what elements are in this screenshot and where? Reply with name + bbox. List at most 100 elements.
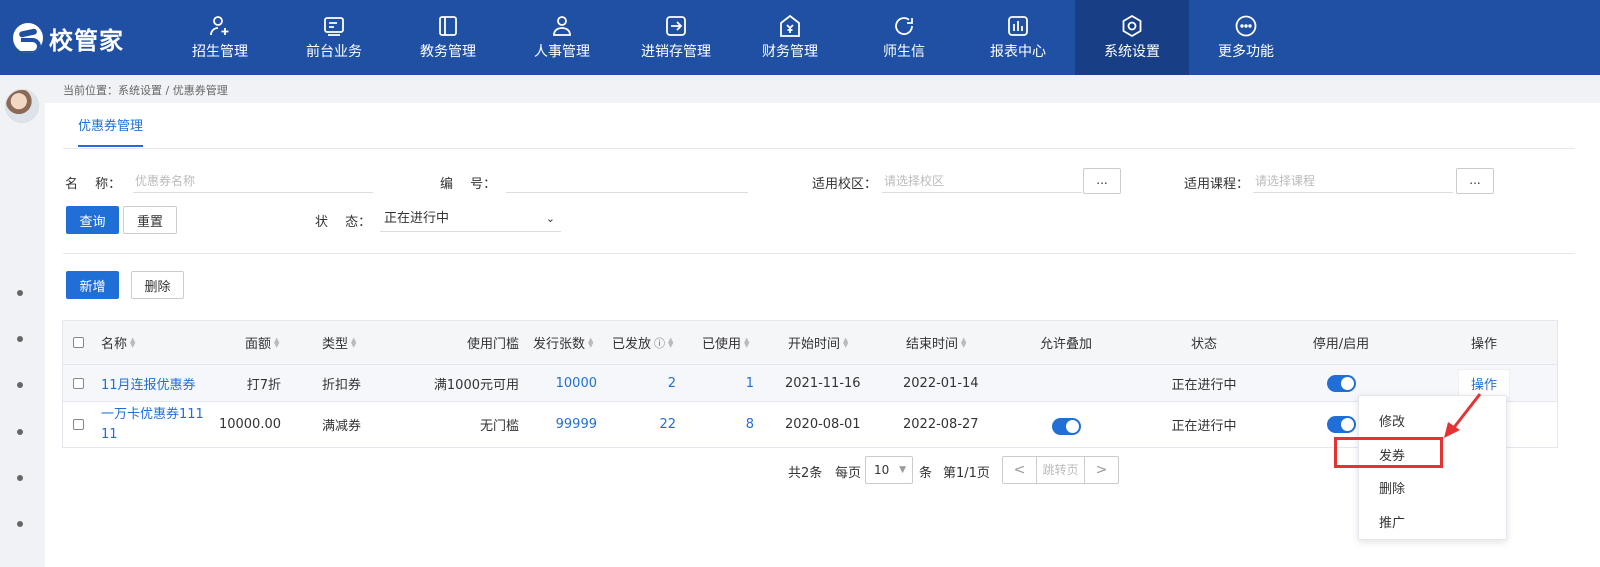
- app-logo[interactable]: 校管家: [13, 21, 124, 55]
- nav-label: 系统设置: [1104, 44, 1160, 60]
- rail-dot-icon[interactable]: [17, 290, 23, 296]
- nav-item-more[interactable]: 更多功能: [1189, 0, 1303, 75]
- code-input[interactable]: [506, 169, 748, 193]
- nav-item-settings[interactable]: 系统设置: [1075, 0, 1189, 75]
- sort-icon: ▲ ▼: [961, 335, 967, 349]
- nav-item-hr[interactable]: 人事管理: [505, 0, 619, 75]
- chevron-down-icon: ⌄: [545, 212, 555, 225]
- select-all-checkbox[interactable]: [73, 337, 84, 348]
- stack-toggle[interactable]: [1051, 418, 1081, 435]
- nav-label: 前台业务: [306, 44, 362, 60]
- table-row[interactable]: 11月连报优惠券 打7折 折扣券 满1000元可用 10000 2 1 2021…: [63, 365, 1557, 402]
- coupon-name-link[interactable]: 11月连报优惠券: [101, 365, 221, 401]
- row-checkbox[interactable]: [73, 377, 84, 389]
- rail-dot-icon[interactable]: [17, 429, 23, 435]
- add-button[interactable]: 新增: [66, 271, 119, 299]
- campus-picker-button[interactable]: ...: [1083, 168, 1121, 194]
- course-input[interactable]: [1253, 169, 1453, 193]
- reset-button[interactable]: 重置: [123, 206, 177, 234]
- row-checkbox[interactable]: [73, 419, 84, 430]
- status-label: 状 态：: [315, 215, 372, 230]
- coupon-issued-link[interactable]: 99999: [533, 402, 597, 447]
- table-row[interactable]: 一万卡优惠券11111 10000.00 满减券 无门槛 99999 22 8 …: [63, 402, 1557, 448]
- pagination-controls: < 跳转页 >: [1002, 456, 1119, 484]
- status-select[interactable]: 正在进行中 ⌄: [380, 206, 561, 232]
- menu-item-edit[interactable]: 修改: [1379, 411, 1405, 430]
- coupon-status: 正在进行中: [1171, 419, 1237, 434]
- nav-item-enrollment[interactable]: 招生管理: [163, 0, 277, 75]
- jump-page-input[interactable]: 跳转页: [1036, 457, 1085, 483]
- col-type[interactable]: 类型 ▲ ▼: [322, 321, 382, 364]
- query-button[interactable]: 查询: [66, 206, 119, 234]
- coupon-distributed-link[interactable]: 22: [612, 402, 676, 447]
- top-nav-bar: 校管家 招生管理 前台业务 教务管理 人事管理 进销存管理 财务管理 师生信 报…: [0, 0, 1600, 75]
- name-input[interactable]: [133, 169, 373, 193]
- nav-item-reports[interactable]: 报表中心: [961, 0, 1075, 75]
- sort-icon: ▲ ▼: [351, 335, 357, 349]
- nav-label: 报表中心: [990, 44, 1046, 60]
- avatar[interactable]: [5, 89, 39, 123]
- col-stack-label: 允许叠加: [1039, 337, 1092, 352]
- enable-toggle[interactable]: [1326, 374, 1356, 392]
- pagination-total: 共2条: [788, 466, 823, 481]
- rail-dot-icon[interactable]: [17, 336, 23, 342]
- page-size-select[interactable]: 10 ▼: [865, 456, 913, 484]
- delete-button[interactable]: 删除: [131, 271, 184, 299]
- logo-text: 校管家: [49, 26, 124, 55]
- coupon-used-link[interactable]: 1: [692, 365, 754, 401]
- col-used[interactable]: 已使用 ▲ ▼: [702, 321, 762, 364]
- rail-dot-icon[interactable]: [17, 521, 23, 527]
- col-start-label: 开始时间: [788, 337, 841, 352]
- tab-bar: 优惠券管理: [63, 103, 1575, 149]
- col-distributed[interactable]: 已发放 ⓘ ▲ ▼: [612, 321, 687, 364]
- col-threshold: 使用门槛: [419, 321, 519, 364]
- menu-item-promote[interactable]: 推广: [1379, 512, 1405, 531]
- course-picker-button[interactable]: ...: [1456, 168, 1494, 194]
- coupon-threshold: 满1000元可用: [433, 377, 519, 393]
- coupon-issued-link[interactable]: 10000: [533, 365, 597, 401]
- nav-label: 师生信: [883, 44, 925, 60]
- row-checkbox-cell: [73, 402, 87, 447]
- tab-coupon-management[interactable]: 优惠券管理: [78, 115, 144, 147]
- caret-down-icon: ▼: [899, 465, 906, 475]
- coupon-end: 2022-08-27: [903, 417, 979, 432]
- nav-label: 招生管理: [192, 44, 248, 60]
- sort-icon: ▲ ▼: [843, 335, 849, 349]
- nav-label: 财务管理: [762, 44, 818, 60]
- sort-icon: ▲ ▼: [744, 335, 750, 349]
- help-icon[interactable]: ⓘ: [654, 335, 665, 351]
- nav-item-finance[interactable]: 财务管理: [733, 0, 847, 75]
- gear-hex-icon: [1120, 14, 1144, 38]
- coupon-used-link[interactable]: 8: [692, 402, 754, 447]
- enable-toggle[interactable]: [1326, 416, 1356, 433]
- sort-icon: ▲ ▼: [274, 335, 280, 349]
- col-end[interactable]: 结束时间 ▲ ▼: [906, 321, 986, 364]
- nav-label: 更多功能: [1218, 44, 1274, 60]
- col-name[interactable]: 名称 ▲ ▼: [101, 321, 221, 364]
- col-issued-label: 发行张数: [533, 337, 586, 352]
- rail-dot-icon[interactable]: [17, 475, 23, 481]
- next-page-icon[interactable]: >: [1085, 457, 1118, 483]
- col-issued[interactable]: 发行张数 ▲ ▼: [533, 321, 603, 364]
- section-divider: [63, 253, 1575, 254]
- coupon-distributed-link[interactable]: 2: [612, 365, 676, 401]
- nav-item-frontdesk[interactable]: 前台业务: [277, 0, 391, 75]
- prev-page-icon[interactable]: <: [1003, 457, 1036, 483]
- menu-item-delete[interactable]: 删除: [1379, 478, 1405, 497]
- nav-item-academic[interactable]: 教务管理: [391, 0, 505, 75]
- rail-dot-icon[interactable]: [17, 382, 23, 388]
- col-status: 状态: [1164, 321, 1244, 364]
- nav-label: 人事管理: [534, 44, 590, 60]
- nav-item-messages[interactable]: 师生信: [847, 0, 961, 75]
- col-threshold-label: 使用门槛: [466, 337, 519, 352]
- col-amount[interactable]: 面额 ▲ ▼: [233, 321, 293, 364]
- table-header: 名称 ▲ ▼ 面额 ▲ ▼ 类型 ▲ ▼ 使用门槛 发行张数 ▲ ▼ 已发放 ⓘ ▲ ▼ 已使用 ▲ ▼ …: [63, 321, 1557, 365]
- nav-item-inventory[interactable]: 进销存管理: [619, 0, 733, 75]
- coupon-table: 名称 ▲ ▼ 面额 ▲ ▼ 类型 ▲ ▼ 使用门槛 发行张数 ▲ ▼ 已发放 ⓘ ▲ ▼ 已使用 ▲ ▼ …: [62, 320, 1558, 448]
- col-type-label: 类型: [322, 337, 349, 352]
- campus-input[interactable]: [882, 169, 1082, 193]
- col-start[interactable]: 开始时间 ▲ ▼: [788, 321, 868, 364]
- pagination-unit: 条: [919, 466, 933, 481]
- coupon-name-link[interactable]: 一万卡优惠券11111: [101, 402, 209, 447]
- sort-icon: ▲ ▼: [668, 335, 674, 349]
